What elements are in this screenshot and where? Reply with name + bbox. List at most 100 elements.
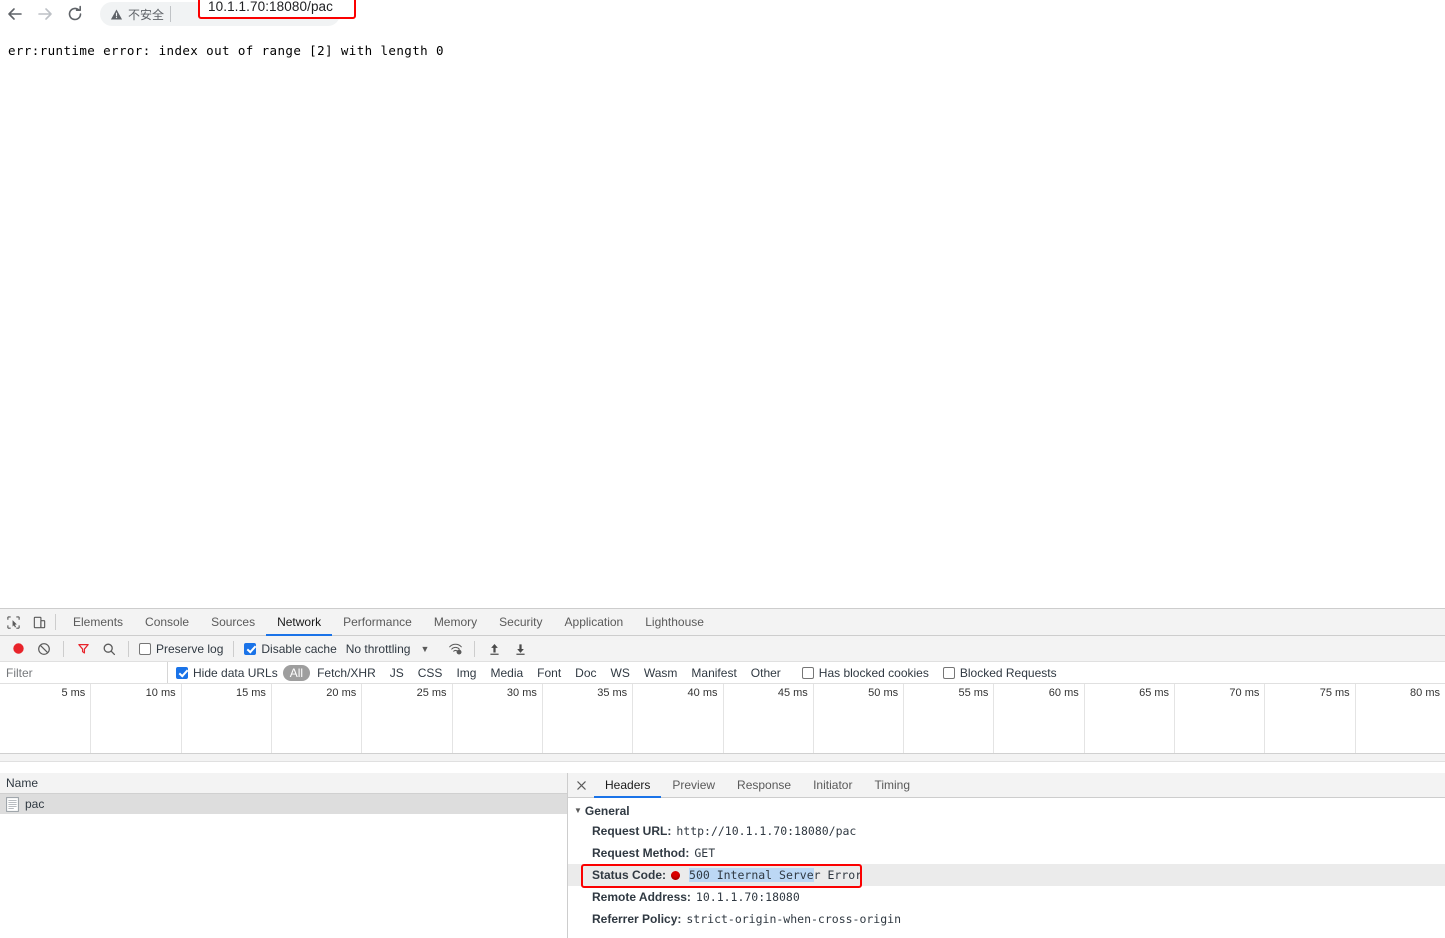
toolbar-separator-4 bbox=[474, 640, 476, 657]
tab-security[interactable]: Security bbox=[488, 609, 553, 636]
disable-cache-checkbox[interactable]: Disable cache bbox=[241, 642, 339, 656]
timeline-tick-label: 5 ms bbox=[61, 687, 86, 699]
tab-performance[interactable]: Performance bbox=[332, 609, 423, 636]
details-tab-preview[interactable]: Preview bbox=[661, 773, 726, 798]
request-url-label: Request URL: bbox=[592, 824, 672, 838]
tab-memory[interactable]: Memory bbox=[423, 609, 488, 636]
timeline-tick-label: 45 ms bbox=[777, 687, 808, 699]
general-section-header[interactable]: ▼ General bbox=[568, 802, 1445, 820]
status-code-value-selected: 500 Internal Serve bbox=[689, 868, 814, 882]
hide-data-urls-label: Hide data URLs bbox=[193, 665, 278, 680]
request-method-label: Request Method: bbox=[592, 846, 690, 860]
type-filter-font[interactable]: Font bbox=[530, 665, 568, 681]
timeline-tick-label: 70 ms bbox=[1229, 687, 1260, 699]
back-icon[interactable] bbox=[0, 1, 30, 27]
type-filter-ws[interactable]: WS bbox=[604, 665, 637, 681]
hide-data-urls-checkbox-box[interactable] bbox=[176, 666, 188, 679]
type-filter-fetch-xhr[interactable]: Fetch/XHR bbox=[310, 665, 383, 681]
timeline-gridline bbox=[1174, 684, 1176, 761]
request-list-header: Name bbox=[0, 773, 567, 794]
page-content: err:runtime error: index out of range [2… bbox=[0, 28, 1445, 608]
triangle-down-icon: ▼ bbox=[574, 806, 582, 815]
preserve-log-checkbox-box[interactable] bbox=[139, 642, 151, 655]
record-circle-icon[interactable] bbox=[6, 638, 30, 660]
export-har-icon[interactable] bbox=[508, 638, 532, 660]
timeline-gridline bbox=[993, 684, 995, 761]
timeline-gridline bbox=[451, 684, 453, 761]
details-tab-timing[interactable]: Timing bbox=[863, 773, 921, 798]
timeline-gridline bbox=[180, 684, 182, 761]
timeline-tick-label: 10 ms bbox=[145, 687, 176, 699]
filter-funnel-icon[interactable] bbox=[71, 638, 95, 660]
throttling-select[interactable]: No throttling bbox=[342, 642, 415, 656]
timeline-tick-label: 65 ms bbox=[1139, 687, 1170, 699]
clear-circle-slash-icon[interactable] bbox=[32, 638, 56, 660]
header-row-remote-address: Remote Address: 10.1.1.70:18080 bbox=[568, 886, 1445, 908]
network-overview-timeline[interactable]: 5 ms 10 ms 15 ms 20 ms 25 ms 30 ms 35 ms 40 ms 4… bbox=[0, 684, 1445, 762]
tab-sources[interactable]: Sources bbox=[200, 609, 266, 636]
has-blocked-cookies-checkbox-box[interactable] bbox=[801, 666, 814, 679]
url-text[interactable]: 10.1.1.70:18080/pac bbox=[208, 0, 333, 14]
blocked-requests-checkbox[interactable]: Blocked Requests bbox=[942, 666, 1057, 680]
chevron-down-icon[interactable]: ▼ bbox=[416, 644, 441, 654]
timeline-tick-label: 20 ms bbox=[326, 687, 357, 699]
reload-icon[interactable] bbox=[60, 1, 90, 27]
request-row-pac[interactable]: pac bbox=[0, 794, 567, 814]
request-details-pane: Headers Preview Response Initiator Timin… bbox=[568, 773, 1445, 938]
header-row-request-method: Request Method: GET bbox=[568, 842, 1445, 864]
type-filter-manifest[interactable]: Manifest bbox=[684, 665, 743, 681]
tab-console[interactable]: Console bbox=[134, 609, 200, 636]
timeline-tick-label: 80 ms bbox=[1410, 687, 1440, 699]
devtools-tabbar: Elements Console Sources Network Perform… bbox=[0, 609, 1445, 636]
timeline-tick-label: 50 ms bbox=[868, 687, 899, 699]
type-filter-js[interactable]: JS bbox=[383, 665, 411, 681]
omnibox[interactable]: 不安全 10.1.1.70:18080/pac bbox=[100, 0, 356, 26]
type-filter-img[interactable]: Img bbox=[449, 665, 483, 681]
type-filter-other[interactable]: Other bbox=[744, 665, 788, 681]
timeline-tick-label: 75 ms bbox=[1319, 687, 1350, 699]
security-chip[interactable]: 不安全 bbox=[110, 6, 170, 23]
preserve-log-checkbox[interactable]: Preserve log bbox=[136, 642, 226, 656]
network-filter-row: Hide data URLs All Fetch/XHR JS CSS Img … bbox=[0, 662, 1445, 684]
timeline-tick-label: 35 ms bbox=[597, 687, 628, 699]
disable-cache-checkbox-box[interactable] bbox=[244, 642, 257, 655]
forward-icon[interactable] bbox=[30, 1, 60, 27]
status-code-label: Status Code: bbox=[592, 868, 667, 882]
type-filter-media[interactable]: Media bbox=[483, 665, 530, 681]
overview-bottom-band bbox=[0, 753, 1445, 761]
hide-data-urls-checkbox[interactable]: Hide data URLs bbox=[176, 666, 278, 680]
omnibox-separator bbox=[170, 6, 172, 22]
column-header-name[interactable]: Name bbox=[6, 776, 38, 790]
details-tab-headers[interactable]: Headers bbox=[594, 773, 662, 798]
tab-network[interactable]: Network bbox=[266, 609, 333, 636]
type-filter-css[interactable]: CSS bbox=[411, 665, 450, 681]
search-icon[interactable] bbox=[97, 638, 121, 660]
has-blocked-cookies-checkbox[interactable]: Has blocked cookies bbox=[801, 665, 929, 680]
device-toolbar-icon[interactable] bbox=[26, 609, 52, 635]
details-tabbar: Headers Preview Response Initiator Timin… bbox=[568, 773, 1445, 798]
tab-application[interactable]: Application bbox=[554, 609, 635, 636]
inspect-element-icon[interactable] bbox=[0, 609, 26, 635]
import-har-icon[interactable] bbox=[482, 638, 506, 660]
close-icon[interactable] bbox=[568, 773, 594, 797]
timeline-tick-label: 15 ms bbox=[235, 687, 266, 699]
details-tab-initiator[interactable]: Initiator bbox=[802, 773, 863, 798]
network-conditions-icon[interactable] bbox=[443, 638, 467, 660]
toolbar-separator-2 bbox=[128, 640, 129, 657]
resource-type-filters: All Fetch/XHR JS CSS Img Media Font Doc … bbox=[282, 664, 788, 681]
toolbar-separator-1 bbox=[63, 640, 64, 657]
blocked-requests-checkbox-box[interactable] bbox=[942, 666, 955, 679]
type-filter-doc[interactable]: Doc bbox=[568, 665, 603, 681]
has-blocked-cookies-label: Has blocked cookies bbox=[818, 665, 929, 680]
type-filter-wasm[interactable]: Wasm bbox=[637, 665, 685, 681]
timeline-tick-label: 60 ms bbox=[1048, 687, 1079, 699]
network-split-pane: Name pac Headers Preview Response Initia… bbox=[0, 773, 1445, 938]
type-filter-all[interactable]: All bbox=[282, 664, 311, 681]
tab-lighthouse[interactable]: Lighthouse bbox=[634, 609, 715, 636]
filter-input[interactable] bbox=[0, 662, 168, 683]
document-icon bbox=[6, 796, 19, 812]
timeline-gridline bbox=[270, 684, 272, 761]
network-toolbar: Preserve log Disable cache No throttling… bbox=[0, 636, 1445, 662]
details-tab-response[interactable]: Response bbox=[726, 773, 802, 798]
tab-elements[interactable]: Elements bbox=[62, 609, 134, 636]
